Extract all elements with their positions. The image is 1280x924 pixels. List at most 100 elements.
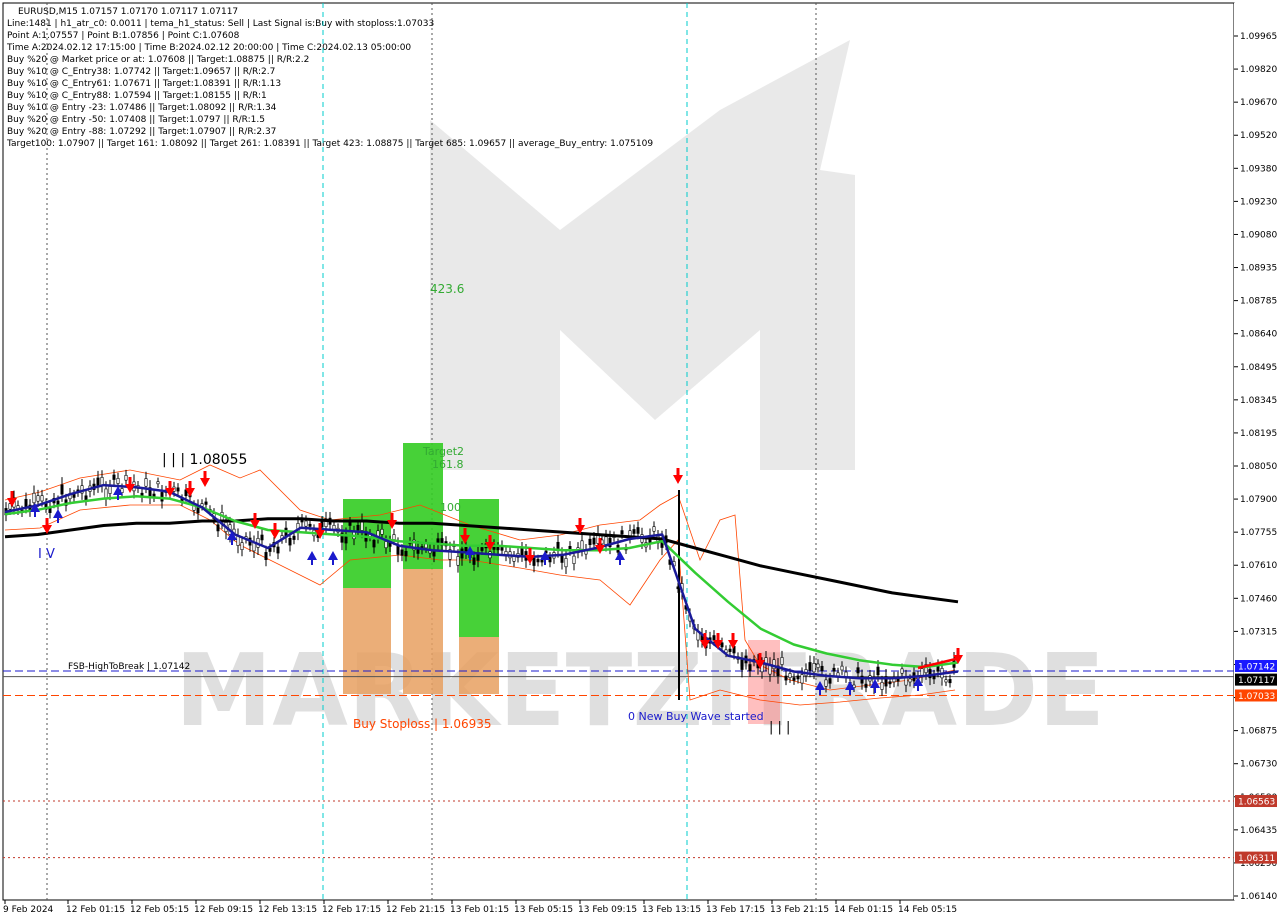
candle-body: [472, 557, 476, 565]
price-tag-label: 1.06563: [1238, 798, 1275, 808]
candle-body: [808, 662, 812, 671]
y-tick-label: 1.08640: [1240, 330, 1277, 340]
candle-body: [392, 534, 396, 540]
candle-body: [796, 675, 800, 680]
candle-body: [240, 542, 244, 551]
candle-body: [108, 486, 112, 494]
y-tick-label: 1.09965: [1240, 32, 1277, 42]
candle-body: [176, 487, 180, 492]
y-tick-label: 1.07315: [1240, 627, 1277, 637]
candle-body: [496, 546, 500, 551]
info-line: Time A:2024.02.12 17:15:00 | Time B:2024…: [6, 43, 411, 53]
x-tick-label: 9 Feb 2024: [3, 905, 54, 915]
buy-stoploss-label: Buy Stoploss | 1.06935: [353, 717, 492, 731]
candle-body: [424, 543, 428, 549]
x-tick-label: 13 Feb 13:15: [642, 905, 701, 915]
candle-body: [112, 474, 116, 480]
info-line: Buy %10 @ C_Entry88: 1.07594 || Target:1…: [7, 91, 267, 101]
x-tick-label: 13 Feb 21:15: [770, 905, 829, 915]
candle-body: [372, 539, 376, 548]
candle-body: [784, 675, 788, 681]
candle-body: [812, 663, 816, 673]
candle-body: [116, 478, 120, 484]
candle-body: [800, 674, 804, 684]
candle-body: [276, 546, 280, 554]
target2-label: Target2: [422, 445, 464, 458]
info-line: EURUSD,M15 1.07157 1.07170 1.07117 1.071…: [18, 7, 238, 17]
candle-body: [832, 667, 836, 672]
candle-body: [264, 552, 268, 560]
high-label: | | | 1.08055: [162, 452, 247, 468]
candle-body: [380, 528, 384, 535]
new-wave-label: 0 New Buy Wave started: [628, 710, 764, 723]
price-tag-label: 1.07117: [1238, 676, 1275, 686]
candle-body: [580, 540, 584, 550]
y-tick-label: 1.08195: [1240, 429, 1277, 439]
candle-body: [360, 520, 364, 531]
candle-body: [880, 682, 884, 690]
price-tag-label: 1.07033: [1238, 692, 1275, 702]
candle-body: [24, 498, 28, 507]
candle-body: [564, 558, 568, 568]
candle-body: [792, 677, 796, 681]
x-tick-label: 14 Feb 05:15: [898, 905, 957, 915]
x-tick-label: 12 Feb 05:15: [130, 905, 189, 915]
candle-body: [620, 530, 624, 535]
candle-body: [740, 659, 744, 670]
x-tick-label: 13 Feb 17:15: [706, 905, 765, 915]
y-tick-label: 1.09820: [1240, 65, 1277, 75]
candle-body: [840, 665, 844, 671]
candle-body: [636, 527, 640, 534]
candle-body: [532, 557, 536, 566]
chart-window[interactable]: MARKETZITRADE EURUSD,M15 1.07157 1.07170…: [0, 0, 1280, 920]
info-line: Target100: 1.07907 || Target 161: 1.0809…: [6, 139, 653, 149]
y-tick-label: 1.08050: [1240, 462, 1277, 472]
candle-body: [384, 541, 388, 549]
x-tick-label: 12 Feb 13:15: [258, 905, 317, 915]
candle-body: [308, 523, 312, 527]
candle-body: [216, 524, 220, 532]
watermark-text: MARKETZITRADE: [175, 632, 1105, 749]
price-chart[interactable]: MARKETZITRADE EURUSD,M15 1.07157 1.07170…: [0, 0, 1280, 920]
y-tick-label: 1.08935: [1240, 264, 1277, 274]
candle-body: [948, 679, 952, 684]
candle-body: [592, 537, 596, 545]
y-tick-label: 1.06730: [1240, 760, 1277, 770]
candle-body: [588, 538, 592, 546]
candle-body: [404, 550, 408, 557]
candle-body: [292, 535, 296, 540]
candle-body: [40, 495, 44, 502]
x-tick-label: 12 Feb 01:15: [66, 905, 125, 915]
candle-body: [456, 556, 460, 566]
y-tick-label: 1.07610: [1240, 561, 1277, 571]
price-tag-label: 1.07142: [1238, 663, 1275, 673]
y-tick-label: 1.06435: [1240, 826, 1277, 836]
candle-body: [828, 678, 832, 684]
x-tick-label: 12 Feb 17:15: [322, 905, 381, 915]
candle-body: [712, 635, 716, 641]
y-tick-label: 1.07755: [1240, 528, 1277, 538]
candle-body: [144, 478, 148, 487]
candle-body: [780, 657, 784, 665]
candle-body: [332, 525, 336, 530]
candle-body: [36, 495, 40, 502]
candle-body: [748, 664, 752, 672]
info-line: Buy %20 @ Market price or at: 1.07608 ||…: [7, 55, 309, 65]
candle-body: [400, 549, 404, 556]
candle-body: [944, 679, 948, 683]
candle-body: [632, 529, 636, 534]
candle-body: [720, 642, 724, 648]
candle-body: [356, 524, 360, 531]
candle-body: [888, 681, 892, 685]
candle-body: [104, 488, 108, 499]
y-tick-label: 1.09520: [1240, 131, 1277, 141]
candle-body: [304, 520, 308, 527]
candle-body: [728, 648, 732, 652]
candle-body: [60, 484, 64, 495]
info-line: Line:1481 | h1_atr_c0: 0.0011 | tema_h1_…: [7, 19, 434, 29]
candle-body: [96, 477, 100, 487]
candle-body: [512, 556, 516, 562]
candle-body: [908, 678, 912, 683]
x-tick-label: 14 Feb 01:15: [834, 905, 893, 915]
info-line: Point A:1.07557 | Point B:1.07856 | Poin…: [7, 31, 240, 41]
